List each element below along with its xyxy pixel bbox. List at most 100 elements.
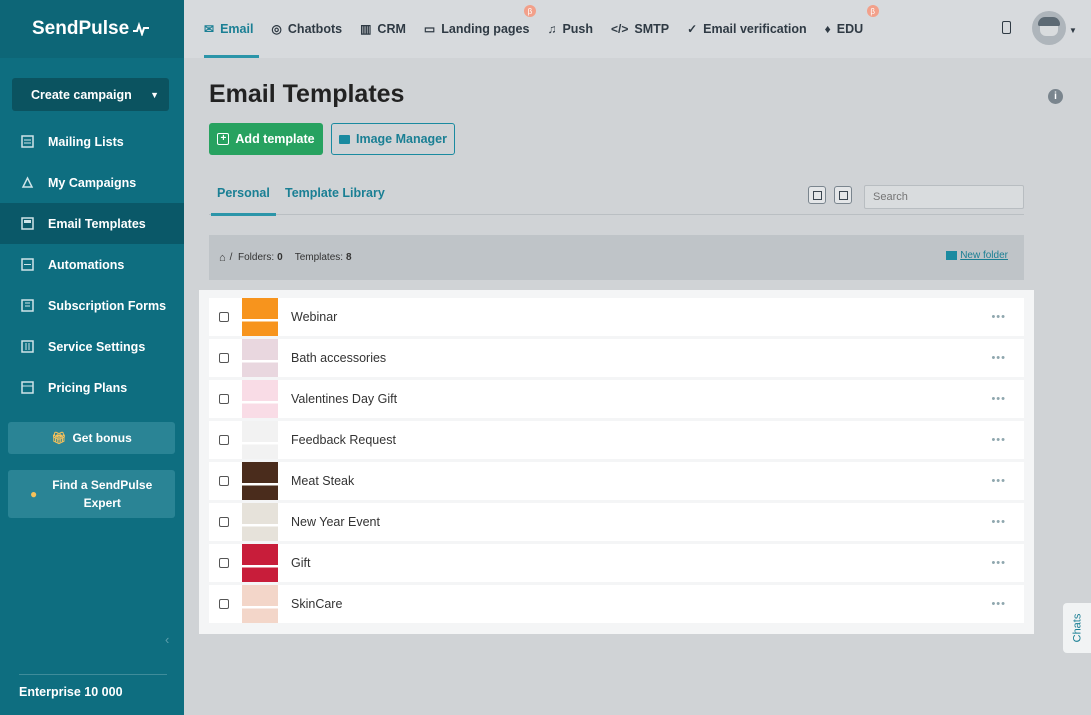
template-name[interactable]: Meat Steak <box>291 474 354 488</box>
gift-icon: 🎁︎ <box>51 431 67 445</box>
image-manager-button[interactable]: Image Manager <box>331 123 455 155</box>
folders-label: Folders: <box>238 252 275 263</box>
sidebar-item-label: Service Settings <box>48 339 146 354</box>
page-title: Email Templates <box>209 80 405 108</box>
topnav-email[interactable]: ✉ Email <box>204 0 260 58</box>
sidebar-item-subscription-forms[interactable]: Subscription Forms <box>0 285 184 326</box>
template-row[interactable]: SkinCare ••• <box>209 585 1024 623</box>
row-checkbox[interactable] <box>219 517 229 527</box>
more-options-icon[interactable]: ••• <box>991 352 1006 364</box>
sidebar-item-pricing-plans[interactable]: Pricing Plans <box>0 367 184 408</box>
row-checkbox[interactable] <box>219 599 229 609</box>
template-row[interactable]: New Year Event ••• <box>209 503 1024 541</box>
row-checkbox[interactable] <box>219 353 229 363</box>
info-icon[interactable]: i <box>1048 89 1063 104</box>
list-view-icon <box>838 190 848 200</box>
template-list: Webinar ••• Bath accessories ••• Valenti… <box>199 290 1034 634</box>
template-row[interactable]: Bath accessories ••• <box>209 339 1024 377</box>
template-thumbnail[interactable] <box>242 298 278 336</box>
create-campaign-button[interactable]: Create campaign ▼ <box>12 78 169 111</box>
sidebar-item-label: Mailing Lists <box>48 134 124 149</box>
topnav-smtp[interactable]: </> SMTP <box>611 0 669 58</box>
more-options-icon[interactable]: ••• <box>991 475 1006 487</box>
template-name[interactable]: SkinCare <box>291 597 342 611</box>
brand-logo[interactable]: SendPulse <box>0 0 184 58</box>
template-row[interactable]: Webinar ••• <box>209 298 1024 336</box>
topnav-label: Push <box>562 22 593 36</box>
template-thumbnail[interactable] <box>242 544 278 582</box>
template-row[interactable]: Gift ••• <box>209 544 1024 582</box>
template-thumbnail[interactable] <box>242 503 278 541</box>
cap-icon: ♦ <box>824 22 831 36</box>
divider <box>19 674 167 675</box>
template-name[interactable]: New Year Event <box>291 515 380 529</box>
find-expert-label: Find a SendPulse Expert <box>52 478 153 510</box>
bell-icon: ♫ <box>547 22 557 36</box>
row-checkbox[interactable] <box>219 435 229 445</box>
template-name[interactable]: Bath accessories <box>291 351 386 365</box>
row-checkbox[interactable] <box>219 476 229 486</box>
list-view-button[interactable] <box>834 186 852 204</box>
list-icon <box>20 135 34 149</box>
topnav-label: Chatbots <box>287 22 343 36</box>
grid-view-button[interactable] <box>808 186 826 204</box>
new-folder-link[interactable]: New folder <box>946 250 1008 261</box>
row-checkbox[interactable] <box>219 312 229 322</box>
template-thumbnail[interactable] <box>242 585 278 623</box>
get-bonus-button[interactable]: 🎁︎ Get bonus <box>8 422 175 454</box>
phone-icon[interactable] <box>1002 21 1011 34</box>
sidebar-item-label: Automations <box>48 257 125 272</box>
topnav-crm[interactable]: ▥ CRM <box>360 0 406 58</box>
tab-template-library[interactable]: Template Library <box>285 186 385 200</box>
crm-icon: ▥ <box>360 22 372 36</box>
more-options-icon[interactable]: ••• <box>991 557 1006 569</box>
home-icon[interactable]: ⌂ <box>219 252 226 264</box>
sidebar-item-my-campaigns[interactable]: My Campaigns <box>0 162 184 203</box>
more-options-icon[interactable]: ••• <box>991 311 1006 323</box>
more-options-icon[interactable]: ••• <box>991 393 1006 405</box>
search-input[interactable] <box>864 185 1024 209</box>
template-name[interactable]: Webinar <box>291 310 337 324</box>
get-bonus-label: Get bonus <box>72 431 132 445</box>
template-row[interactable]: Meat Steak ••• <box>209 462 1024 500</box>
more-options-icon[interactable]: ••• <box>991 516 1006 528</box>
breadcrumb-separator: / <box>229 252 238 263</box>
avatar[interactable] <box>1032 11 1066 45</box>
plus-icon: + <box>217 133 230 145</box>
template-row[interactable]: Valentines Day Gift ••• <box>209 380 1024 418</box>
topnav-email-verification[interactable]: ✓ Email verification <box>687 0 807 58</box>
row-checkbox[interactable] <box>219 394 229 404</box>
template-name[interactable]: Feedback Request <box>291 433 396 447</box>
template-name[interactable]: Gift <box>291 556 310 570</box>
template-row[interactable]: Feedback Request ••• <box>209 421 1024 459</box>
check-icon: ✓ <box>687 22 698 36</box>
topnav-chatbots[interactable]: ◎ Chatbots <box>271 0 342 58</box>
tab-personal[interactable]: Personal <box>211 186 276 216</box>
sidebar-item-label: Email Templates <box>48 216 146 231</box>
topnav-label: SMTP <box>634 22 670 36</box>
topnav-edu[interactable]: ♦ EDU β <box>824 0 879 58</box>
template-thumbnail[interactable] <box>242 462 278 500</box>
topnav-label: EDU <box>836 22 864 36</box>
sidebar: SendPulse Create campaign ▼ Mailing List… <box>0 0 184 715</box>
template-thumbnail[interactable] <box>242 339 278 377</box>
template-thumbnail[interactable] <box>242 380 278 418</box>
template-thumbnail[interactable] <box>242 421 278 459</box>
chevron-down-icon[interactable]: ▼ <box>1069 26 1077 35</box>
template-name[interactable]: Valentines Day Gift <box>291 392 397 406</box>
chats-tab[interactable]: Chats <box>1063 603 1091 653</box>
sidebar-item-automations[interactable]: Automations <box>0 244 184 285</box>
collapse-sidebar-icon[interactable]: ‹ <box>165 632 169 647</box>
sidebar-item-mailing-lists[interactable]: Mailing Lists <box>0 121 184 162</box>
sidebar-item-service-settings[interactable]: Service Settings <box>0 326 184 367</box>
more-options-icon[interactable]: ••• <box>991 598 1006 610</box>
sidebar-item-email-templates[interactable]: Email Templates <box>0 203 184 244</box>
topnav-landing-pages[interactable]: ▭ Landing pages β <box>423 0 536 58</box>
more-options-icon[interactable]: ••• <box>991 434 1006 446</box>
topnav-push[interactable]: ♫ Push <box>547 0 593 58</box>
landing-icon: ▭ <box>423 22 436 36</box>
row-checkbox[interactable] <box>219 558 229 568</box>
code-icon: </> <box>611 22 629 36</box>
find-expert-button[interactable]: ● Find a SendPulse Expert <box>8 470 175 518</box>
add-template-button[interactable]: + Add template <box>209 123 323 155</box>
